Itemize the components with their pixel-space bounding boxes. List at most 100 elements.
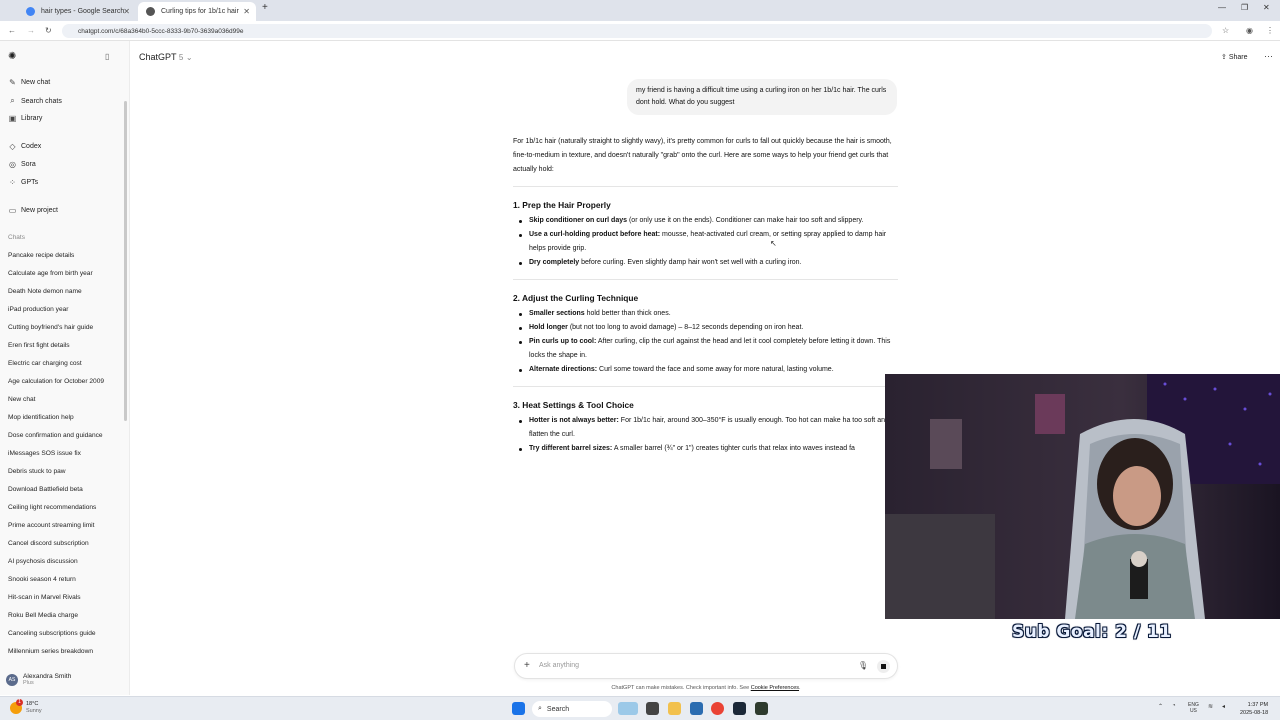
sidebar-chat-item[interactable]: Ceiling light recommendations (8, 504, 96, 511)
message-input[interactable]: Ask anything (539, 662, 579, 669)
sidebar-chat-item[interactable]: Dose confirmation and guidance (8, 432, 103, 439)
obs-icon[interactable] (755, 702, 768, 715)
profile-icon[interactable]: ◉ (1246, 26, 1253, 35)
tray-chevron-icon[interactable]: ⌃ (1158, 703, 1163, 710)
response-intro: For 1b/1c hair (naturally straight to sl… (513, 138, 892, 173)
cookie-preferences-link[interactable]: Cookie Preferences (751, 685, 799, 691)
sidebar-chat-item[interactable]: Mop identification help (8, 414, 74, 421)
share-button[interactable]: ⇪ Share (1221, 53, 1248, 61)
sidebar-chat-item[interactable]: AI psychosis discussion (8, 558, 78, 565)
section-heading: 2. Adjust the Curling Technique (513, 293, 639, 303)
list-item-bold: Use a curl-holding product before heat: (529, 231, 661, 238)
weather-widget[interactable]: 1 18°C Sunny (10, 699, 42, 715)
minimize-icon[interactable]: — (1218, 3, 1226, 12)
sidebar-item-library[interactable]: ▣ Library (8, 114, 43, 123)
app-icon[interactable] (690, 702, 703, 715)
sidebar-scrollbar[interactable] (124, 101, 127, 421)
add-attachment-icon[interactable]: + (524, 660, 530, 671)
chrome-icon[interactable] (711, 702, 724, 715)
sidebar-chat-item[interactable]: Eren first fight details (8, 342, 70, 349)
sidebar-chat-item[interactable]: Millennium series breakdown (8, 648, 93, 655)
tab-google-search[interactable]: hair types - Google Search ✕ (18, 2, 136, 21)
section-divider (513, 186, 898, 187)
taskbar-search[interactable]: ⌕ Search (532, 701, 612, 717)
composer: + Ask anything 🎙 (514, 653, 898, 679)
wifi-icon[interactable]: ≋ (1208, 703, 1213, 710)
sidebar-item-new-project[interactable]: ▭ New project (8, 206, 58, 215)
sidebar-chat-item[interactable]: Hit-scan in Marvel Rivals (8, 594, 81, 601)
file-explorer-icon[interactable] (668, 702, 681, 715)
url-field[interactable]: chatgpt.com/c/68a364b0-5ccc-8333-9b70-36… (62, 24, 1212, 38)
list-item-text: hold better than thick ones. (584, 310, 671, 317)
sidebar-chat-item[interactable]: Debris stuck to paw (8, 468, 66, 475)
library-icon: ▣ (8, 114, 17, 123)
taskbar-clock[interactable]: 1:37 PM 2025-08-18 (1240, 701, 1268, 717)
chevron-down-icon: ⌄ (185, 53, 193, 62)
sidebar-item-search-chats[interactable]: ⌕ Search chats (8, 96, 62, 106)
sidebar-chat-item[interactable]: Cutting boyfriend's hair guide (8, 324, 93, 331)
new-tab-icon[interactable]: + (262, 2, 268, 13)
share-icon: ⇪ (1221, 54, 1227, 61)
avatar: AS (6, 673, 18, 686)
close-tab-icon[interactable]: ✕ (123, 7, 130, 16)
sidebar-item-sora[interactable]: ◎ Sora (8, 160, 36, 169)
sidebar-chat-item[interactable]: Canceling subscriptions guide (8, 630, 96, 637)
sidebar-chat-item[interactable]: iMessages SOS issue fix (8, 450, 81, 457)
search-icon: ⌕ (538, 705, 542, 712)
codex-icon: ◇ (9, 142, 16, 151)
list-item-bold: Hold longer (529, 324, 568, 331)
list-item: Skip conditioner on curl days (or only u… (519, 214, 898, 228)
folder-icon: ▭ (8, 206, 17, 215)
windows-start-icon[interactable] (512, 702, 525, 715)
maximize-icon[interactable]: ❐ (1241, 3, 1248, 12)
bookmark-star-icon[interactable]: ☆ (1222, 26, 1229, 35)
sidebar-chat-item[interactable]: Cancel discord subscription (8, 540, 89, 547)
search-icon: ⌕ (10, 96, 15, 105)
sidebar-chat-item[interactable]: Death Note demon name (8, 288, 82, 295)
microphone-icon[interactable]: 🎙 (858, 661, 868, 670)
sidebar-chat-item[interactable]: iPad production year (8, 306, 68, 313)
sidebar-chat-item[interactable]: Download Battlefield beta (8, 486, 83, 493)
sidebar-chat-item[interactable]: Age calculation for October 2009 (8, 378, 104, 385)
steam-icon[interactable] (733, 702, 746, 715)
sora-icon: ◎ (9, 160, 16, 169)
browser-menu-icon[interactable]: ⋮ (1266, 26, 1274, 35)
model-selector[interactable]: ChatGPT 5 ⌄ (139, 52, 193, 62)
tab-curling-tips[interactable]: Curling tips for 1b/1c hair ✕ (138, 2, 256, 21)
list-item: Use a curl-holding product before heat: … (519, 228, 898, 256)
back-icon[interactable]: ← (8, 26, 16, 35)
volume-icon[interactable]: ◂ (1222, 703, 1225, 710)
openai-logo-icon[interactable]: ✺ (8, 51, 16, 62)
sidebar-item-gpts[interactable]: ⁘ GPTs (8, 178, 38, 187)
sidebar-item-new-chat[interactable]: ✎ New chat (8, 78, 50, 87)
language-indicator[interactable]: ENG US (1188, 702, 1199, 714)
close-window-icon[interactable]: ✕ (1263, 3, 1270, 12)
sidebar-chat-item[interactable]: Snooki season 4 return (8, 576, 76, 583)
stop-generating-button[interactable] (877, 660, 890, 673)
list-item: Alternate directions: Curl some toward t… (519, 363, 898, 377)
sidebar-chat-item[interactable]: Electric car charging cost (8, 360, 82, 367)
forward-icon[interactable]: → (27, 26, 35, 35)
sidebar-chat-item[interactable]: New chat (8, 396, 36, 403)
chatgpt-favicon-icon (146, 7, 155, 16)
list-item-bold: Alternate directions: (529, 366, 598, 373)
sidebar-chat-item[interactable]: Prime account streaming limit (8, 522, 94, 529)
sidebar-chat-item[interactable]: Roku Bell Media charge (8, 612, 78, 619)
network-icon[interactable]: ◔ (1172, 703, 1176, 709)
widget-image-icon[interactable] (618, 702, 638, 715)
close-tab-icon[interactable]: ✕ (243, 7, 250, 16)
task-view-icon[interactable] (646, 702, 659, 715)
sidebar-item-codex[interactable]: ◇ Codex (8, 142, 41, 151)
profile-name: Alexandra Smith (23, 673, 72, 680)
list-item-text: (but not too long to avoid damage) – 8–1… (567, 324, 804, 331)
reload-icon[interactable]: ↻ (45, 26, 52, 35)
browser-tab-bar: hair types - Google Search ✕ Curling tip… (0, 0, 1280, 21)
sidebar-chat-item[interactable]: Calculate age from birth year (8, 270, 93, 277)
section-divider (513, 386, 898, 387)
more-options-icon[interactable]: ⋯ (1264, 51, 1273, 62)
profile-button[interactable]: AS Alexandra Smith Plus (6, 673, 71, 686)
sidebar-chat-item[interactable]: Pancake recipe details (8, 252, 74, 259)
toggle-sidebar-icon[interactable]: ▯ (105, 52, 109, 61)
sub-goal-counter: Sub Goal: 2 / 11 (1012, 622, 1172, 642)
url-text: chatgpt.com/c/68a364b0-5ccc-8333-9b70-36… (78, 27, 244, 35)
